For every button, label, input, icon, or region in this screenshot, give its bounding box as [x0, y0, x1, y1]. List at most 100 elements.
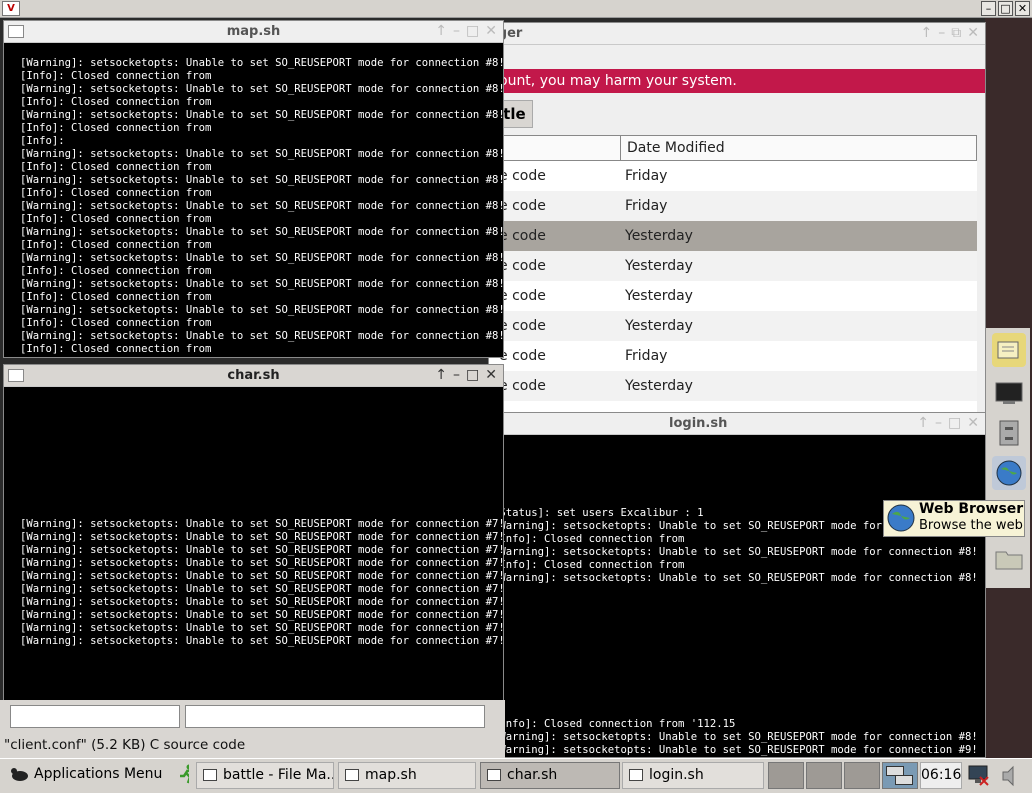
shade-icon[interactable]: ↑ — [435, 367, 447, 383]
root-warning-bar: ount, you may harm your system. — [489, 69, 985, 93]
folder-icon[interactable] — [992, 542, 1026, 576]
file-row[interactable]: e code Yesterday — [489, 371, 977, 401]
file-manager-titlebar[interactable]: ager ↑ – ⧉ ✕ — [489, 23, 985, 45]
terminal-line: [Warning]: setsocketopts: Unable to set … — [20, 330, 503, 342]
date-modified-cell: Yesterday — [625, 378, 693, 394]
terminal-line: [Warning]: setsocketopts: Unable to set … — [20, 148, 503, 160]
file-row[interactable]: e code Friday — [489, 191, 977, 221]
minimize-icon[interactable]: – — [453, 367, 460, 383]
file-row[interactable]: e code Friday — [489, 341, 977, 371]
filter-field[interactable] — [185, 705, 485, 728]
workspace-3[interactable] — [844, 762, 880, 789]
char-terminal-window: char.sh ↑ – □ ✕ [Warning]: setsocketopts: U… — [3, 364, 504, 702]
location-field[interactable] — [10, 705, 180, 728]
taskbar-task-label: login.sh — [649, 767, 704, 783]
shade-icon[interactable]: ↑ — [921, 25, 933, 41]
file-row[interactable]: e code Yesterday — [489, 221, 977, 251]
minimize-icon[interactable]: – — [935, 415, 942, 431]
terminal-line: [Info]: Closed connection from — [20, 213, 212, 225]
taskbar-task-label: char.sh — [507, 767, 558, 783]
login-titlebar[interactable]: login.sh ↑ – □ ✕ — [489, 413, 985, 435]
terminal-line: [Warning]: setsocketopts: Unable to set … — [20, 570, 503, 582]
window-icon — [629, 769, 643, 781]
terminal-line: [Warning]: setsocketopts: Unable to set … — [20, 518, 503, 530]
window-title: char.sh — [227, 368, 280, 383]
workspace-2[interactable] — [806, 762, 842, 789]
close-icon[interactable]: ✕ — [967, 415, 979, 431]
map-titlebar[interactable]: map.sh ↑ – □ ✕ — [4, 21, 503, 43]
map-terminal-output[interactable]: [Warning]: setsocketopts: Unable to set … — [4, 43, 503, 357]
file-row[interactable]: e code Yesterday — [489, 251, 977, 281]
date-modified-cell: Friday — [625, 198, 668, 214]
maximize-icon[interactable]: □ — [948, 415, 961, 431]
file-list: Date Modified e code Friday e code Friday e … — [489, 135, 977, 416]
window-icon — [203, 769, 217, 781]
terminal-line: [Warning]: setsocketopts: Unable to set … — [20, 57, 503, 69]
terminal-line: [Warning]: setsocketopts: Unable to set … — [493, 731, 978, 743]
workspace-4[interactable] — [882, 762, 918, 789]
terminal-line: [Info]: Closed connection from — [20, 239, 212, 251]
char-titlebar[interactable]: char.sh ↑ – □ ✕ — [4, 365, 503, 387]
web-browser-icon[interactable] — [992, 456, 1026, 490]
file-manager-window: ager ↑ – ⧉ ✕ ount, you may harm your system… — [488, 22, 986, 417]
file-list-header: Date Modified — [489, 135, 977, 161]
minimize-icon[interactable]: – — [453, 23, 460, 39]
terminal-line: [Warning]: setsocketopts: Unable to set … — [493, 546, 978, 558]
file-row[interactable]: e code Yesterday — [489, 281, 977, 311]
text-editor-icon[interactable] — [992, 333, 1026, 367]
terminal-line: [Info]: Closed connection from — [20, 265, 212, 277]
terminal-line: [Warning]: setsocketopts: Unable to set … — [20, 109, 503, 121]
applications-menu-button[interactable]: Applications Menu — [4, 762, 189, 789]
file-row[interactable]: e code Yesterday — [489, 311, 977, 341]
date-modified-cell: Yesterday — [625, 228, 693, 244]
terminal-line: [Warning]: setsocketopts: Unable to set … — [20, 596, 503, 608]
date-modified-cell: Yesterday — [625, 288, 693, 304]
globe-icon — [887, 504, 915, 532]
workspace-1[interactable] — [768, 762, 804, 789]
file-cabinet-icon[interactable] — [992, 416, 1026, 450]
terminal-line: [Warning]: setsocketopts: Unable to set … — [20, 635, 503, 647]
applications-menu-label: Applications Menu — [34, 766, 163, 782]
terminal-line: [Info]: Closed connection from — [20, 96, 212, 108]
taskbar-task[interactable]: map.sh — [338, 762, 476, 789]
shade-icon[interactable]: ↑ — [435, 23, 447, 39]
clock[interactable]: 06:16 — [920, 762, 962, 789]
taskbar-task[interactable]: login.sh — [622, 762, 764, 789]
maximize-icon[interactable]: □ — [998, 1, 1013, 16]
login-terminal-output[interactable]: [Status]: set users Excalibur : 1 [Warnin… — [489, 435, 985, 757]
file-type-cell: e code — [499, 168, 546, 184]
date-modified-column[interactable]: Date Modified — [620, 136, 725, 160]
file-type-cell: e code — [499, 318, 546, 334]
close-icon[interactable]: ✕ — [1015, 1, 1030, 16]
close-icon[interactable]: ✕ — [485, 367, 497, 383]
shade-icon[interactable]: ↑ — [917, 415, 929, 431]
file-type-cell: e code — [499, 198, 546, 214]
file-type-cell: e code — [499, 228, 546, 244]
terminal-line: [Info]: Closed connection from — [20, 122, 212, 134]
minimize-icon[interactable]: – — [981, 1, 996, 16]
terminal-line: [Info]: Closed connection from — [20, 161, 212, 173]
terminal-line: [Warning]: setsocketopts: Unable to set … — [20, 557, 503, 569]
file-row[interactable]: e code Friday — [489, 161, 977, 191]
volume-icon[interactable] — [998, 763, 1024, 789]
date-modified-cell: Friday — [625, 348, 668, 364]
terminal-line: [Info]: Closed connection from — [20, 187, 212, 199]
close-icon[interactable]: ✕ — [967, 25, 979, 41]
char-terminal-output[interactable]: [Warning]: setsocketopts: Unable to set … — [4, 387, 503, 701]
terminal-line: [Info]: — [20, 135, 65, 147]
network-icon[interactable] — [966, 763, 992, 789]
maximize-icon[interactable]: □ — [466, 367, 479, 383]
taskbar-task-label: battle - File Ma... — [223, 767, 334, 783]
terminal-line: [Warning]: setsocketopts: Unable to set … — [20, 544, 503, 556]
terminal-line: [Warning]: setsocketopts: Unable to set … — [20, 583, 503, 595]
file-type-cell: e code — [499, 288, 546, 304]
minimize-icon[interactable]: – — [938, 25, 945, 41]
maximize-icon[interactable]: ⧉ — [951, 25, 961, 41]
taskbar-task[interactable]: battle - File Ma... — [196, 762, 334, 789]
terminal-icon[interactable] — [992, 376, 1026, 410]
maximize-icon[interactable]: □ — [466, 23, 479, 39]
date-modified-cell: Yesterday — [625, 318, 693, 334]
file-type-cell: e code — [499, 258, 546, 274]
taskbar-task[interactable]: char.sh — [480, 762, 620, 789]
close-icon[interactable]: ✕ — [485, 23, 497, 39]
